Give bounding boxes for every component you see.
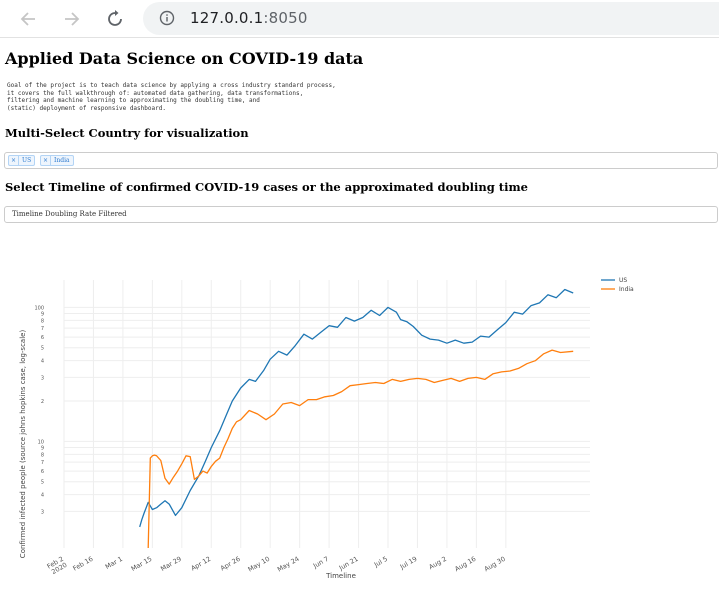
y-tick-label: 5 — [41, 480, 44, 486]
url-port: :8050 — [263, 9, 308, 27]
country-tag-label: US — [22, 157, 32, 164]
x-tick-label: Jul 5 — [372, 555, 389, 569]
x-tick-label: Feb 16 — [72, 555, 95, 573]
remove-us-button[interactable]: × — [9, 156, 20, 165]
series-line-us[interactable] — [139, 288, 574, 528]
x-tick-label: Feb 22020 — [46, 555, 69, 577]
y-tick-label: 5 — [41, 346, 44, 352]
x-axis-title: Timeline — [325, 572, 356, 580]
y-tick-label: 8 — [41, 318, 44, 324]
country-select-heading: Multi-Select Country for visualization — [5, 126, 249, 140]
page-title: Applied Data Science on COVID-19 data — [5, 49, 364, 68]
reload-icon — [108, 10, 122, 26]
timeline-dropdown-value: Timeline Doubling Rate Filtered — [12, 210, 127, 218]
y-tick-label: 2 — [41, 399, 44, 405]
country-tag-label: India — [54, 157, 70, 164]
country-tag-us: × US — [8, 155, 36, 166]
legend[interactable]: US India — [601, 277, 634, 293]
url-host: 127.0.0.1 — [190, 9, 264, 27]
x-tick-label: Jul 19 — [398, 555, 419, 572]
x-tick-label: May 24 — [276, 555, 301, 574]
address-bar[interactable]: 127.0.0.1:8050 — [143, 2, 719, 35]
country-tag-india: × India — [40, 155, 74, 166]
timeline-dropdown[interactable]: Timeline Doubling Rate Filtered — [4, 206, 718, 223]
series-line-india[interactable] — [147, 349, 574, 549]
x-tick-label: Aug 2 — [428, 555, 448, 571]
y-tick-label: 6 — [41, 335, 44, 341]
forward-button[interactable] — [59, 6, 85, 32]
x-tick-label: Mar 1 — [104, 555, 124, 571]
browser-toolbar: 127.0.0.1:8050 — [0, 0, 719, 38]
x-tick-label: Mar 29 — [159, 555, 183, 573]
y-tick-label: 3 — [41, 375, 44, 381]
x-tick-label: Aug 30 — [483, 555, 507, 573]
info-icon[interactable] — [159, 10, 175, 26]
country-multi-select[interactable]: × US × India — [4, 152, 718, 169]
arrow-right-icon — [65, 12, 80, 26]
url-text[interactable]: 127.0.0.1:8050 — [190, 9, 308, 27]
reload-button[interactable] — [102, 6, 128, 32]
x-tick-label: Aug 16 — [453, 555, 477, 573]
x-tick-label: Mar 15 — [130, 555, 154, 573]
x-tick-label: Apr 26 — [219, 555, 242, 573]
x-tick-label: May 10 — [247, 555, 272, 574]
timeline-select-heading: Select Timeline of confirmed COVID-19 ca… — [5, 180, 528, 194]
covid-line-chart: Feb 22020 Feb 16 Mar 1 Mar 15 Mar 29 Apr 12 Ap… — [19, 277, 634, 580]
y-tick-label: 7 — [41, 460, 44, 466]
y-tick-label: 9 — [41, 311, 44, 317]
y-tick-label: 3 — [41, 509, 44, 515]
y-tick-label: 10 — [38, 439, 44, 445]
x-tick-label: Jun 21 — [337, 555, 360, 573]
legend-label[interactable]: India — [619, 286, 634, 293]
y-tick-label: 9 — [41, 445, 44, 451]
y-tick-label: 100 — [34, 305, 44, 311]
y-tick-label: 6 — [41, 469, 44, 475]
grid-lines — [63, 280, 590, 548]
y-tick-label: 8 — [41, 452, 44, 458]
y-tick-label: 4 — [41, 359, 44, 365]
y-axis-title: Confirmed infected people (source johns … — [19, 330, 27, 559]
x-tick-label: Jun 7 — [311, 555, 330, 571]
back-button[interactable] — [15, 6, 41, 32]
y-tick-label: 7 — [41, 326, 44, 332]
legend-label[interactable]: US — [619, 277, 627, 284]
project-description: Goal of the project is to teach data sci… — [7, 82, 336, 112]
x-tick-label: Apr 12 — [190, 555, 213, 573]
y-tick-label: 4 — [41, 493, 44, 499]
arrow-left-icon — [20, 12, 35, 26]
remove-india-button[interactable]: × — [41, 156, 52, 165]
